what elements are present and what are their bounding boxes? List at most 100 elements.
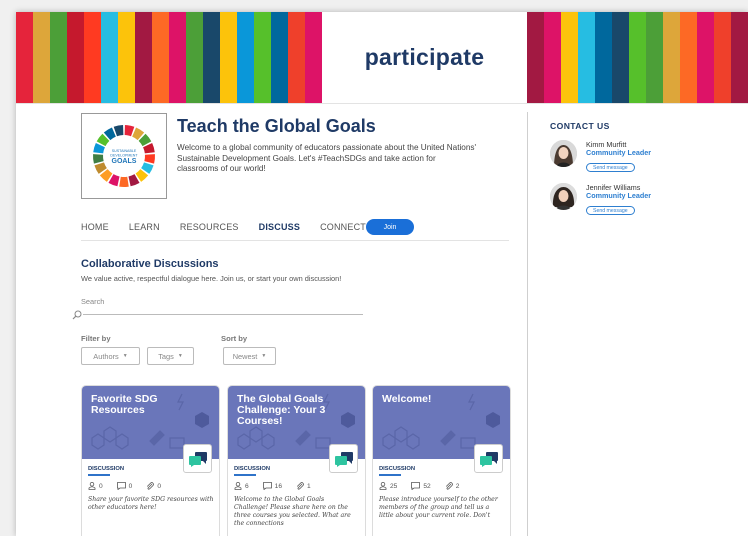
banner-stripe — [67, 12, 84, 103]
card-type-label: DISCUSSION — [379, 466, 416, 472]
sort-label: Sort by — [221, 334, 248, 343]
person-photo-icon — [550, 183, 577, 210]
attachments-stat: 2 — [445, 482, 460, 490]
chat-bubbles-icon — [183, 444, 212, 473]
sort-select[interactable]: Newest ▼ — [223, 347, 276, 365]
chevron-down-icon: ▼ — [261, 353, 267, 359]
card-title[interactable]: The Global Goals Challenge: Your 3 Cours… — [237, 394, 342, 427]
discussion-card[interactable]: Welcome! DISCUSSION 25 52 2 Please intro… — [372, 385, 511, 536]
banner-stripe — [84, 12, 101, 103]
search-underline — [83, 314, 363, 315]
members-count: 0 — [99, 482, 103, 490]
community-logo: SUSTAINABLE DEVELOPMENT GOALS — [81, 113, 167, 199]
paperclip-icon — [296, 482, 304, 490]
members-stat: 0 — [88, 482, 103, 490]
tags-filter[interactable]: Tags ▼ — [147, 347, 194, 365]
members-stat: 25 — [379, 482, 397, 490]
card-title[interactable]: Welcome! — [382, 394, 487, 405]
search-icon[interactable] — [72, 310, 82, 320]
chat-bubbles-icon — [329, 444, 358, 473]
comment-icon — [262, 482, 272, 490]
banner-stripe — [237, 12, 254, 103]
banner-stripe — [152, 12, 169, 103]
attachments-count: 2 — [455, 482, 460, 490]
nav-discuss[interactable]: DISCUSS — [259, 222, 300, 232]
page-frame: participate SUSTAINABLE DEVELOPMENT GOAL… — [16, 12, 748, 536]
banner-stripe — [697, 12, 714, 103]
members-count: 6 — [245, 482, 249, 490]
banner-stripe — [288, 12, 305, 103]
sidebar-divider — [527, 112, 528, 536]
banner-stripe — [33, 12, 50, 103]
nav-divider — [81, 240, 509, 241]
brand-area: participate — [322, 12, 527, 103]
comments-stat: 52 — [411, 482, 431, 490]
card-type-underline — [379, 474, 401, 476]
chat-bubbles-icon — [474, 444, 503, 473]
members-stat: 6 — [234, 482, 249, 490]
comments-count: 0 — [128, 482, 133, 490]
avatar[interactable] — [550, 140, 577, 167]
banner-stripe — [612, 12, 629, 103]
banner-stripe — [271, 12, 288, 103]
banner-stripe — [731, 12, 748, 103]
comment-icon — [411, 482, 421, 490]
comments-count: 16 — [274, 482, 283, 490]
banner-stripes-left — [16, 12, 322, 103]
card-stats: 25 52 2 — [379, 482, 473, 490]
nav-resources[interactable]: RESOURCES — [180, 222, 239, 232]
contact-title: CONTACT US — [550, 121, 610, 131]
nav-connect[interactable]: CONNECT — [320, 222, 366, 232]
send-message-button[interactable]: Send message — [586, 206, 635, 215]
community-nav: HOME LEARN RESOURCES DISCUSS CONNECT — [81, 219, 386, 235]
card-type-label: DISCUSSION — [88, 466, 125, 472]
attachments-count: 0 — [157, 482, 162, 490]
discussion-card[interactable]: Favorite SDG Resources DISCUSSION 0 0 0 … — [81, 385, 220, 536]
banner-stripe — [561, 12, 578, 103]
nav-learn[interactable]: LEARN — [129, 222, 160, 232]
search-input[interactable]: Search — [81, 297, 104, 306]
discussions-title: Collaborative Discussions — [81, 258, 219, 270]
brand-logo[interactable]: participate — [365, 44, 485, 71]
banner-stripe — [169, 12, 186, 103]
community-description: Welcome to a global community of educato… — [177, 143, 477, 173]
card-type-underline — [88, 474, 110, 476]
banner-stripe — [595, 12, 612, 103]
card-type-underline — [234, 474, 256, 476]
card-stats: 6 16 1 — [234, 482, 325, 490]
nav-home[interactable]: HOME — [81, 222, 109, 232]
banner-stripe — [101, 12, 118, 103]
logo-line-2: DEVELOPMENT — [110, 154, 138, 158]
filter-label: Filter by — [81, 334, 111, 343]
banner-stripe — [578, 12, 595, 103]
contact-role: Community Leader — [586, 148, 652, 157]
banner-stripe — [135, 12, 152, 103]
sdg-wheel-icon: SUSTAINABLE DEVELOPMENT GOALS — [93, 125, 155, 187]
card-excerpt: Welcome to the Global Goals Challenge! P… — [234, 496, 351, 527]
banner-stripe — [527, 12, 544, 103]
authors-filter-label: Authors — [93, 351, 119, 361]
banner-stripe — [203, 12, 220, 103]
authors-filter[interactable]: Authors ▼ — [81, 347, 140, 365]
contact-role: Community Leader — [586, 191, 652, 200]
comments-count: 52 — [423, 482, 431, 490]
avatar[interactable] — [550, 183, 577, 210]
banner-stripe — [544, 12, 561, 103]
join-button[interactable]: Join — [366, 219, 414, 235]
banner-stripe — [186, 12, 203, 103]
discussion-card[interactable]: The Global Goals Challenge: Your 3 Cours… — [227, 385, 366, 536]
paperclip-icon — [445, 482, 453, 490]
banner-stripe — [646, 12, 663, 103]
card-type-label: DISCUSSION — [234, 466, 271, 472]
card-title[interactable]: Favorite SDG Resources — [91, 394, 196, 416]
send-message-button[interactable]: Send message — [586, 163, 635, 172]
banner: participate — [16, 12, 748, 103]
chevron-down-icon: ▼ — [122, 353, 128, 359]
chevron-down-icon: ▼ — [177, 353, 183, 359]
attachments-stat: 0 — [146, 482, 161, 490]
banner-stripes-right — [527, 12, 748, 103]
attachments-count: 1 — [307, 482, 311, 490]
banner-stripe — [16, 12, 33, 103]
discussions-subtitle: We value active, respectful dialogue her… — [81, 274, 342, 283]
card-excerpt: Share your favorite SDG resources with o… — [88, 496, 214, 511]
